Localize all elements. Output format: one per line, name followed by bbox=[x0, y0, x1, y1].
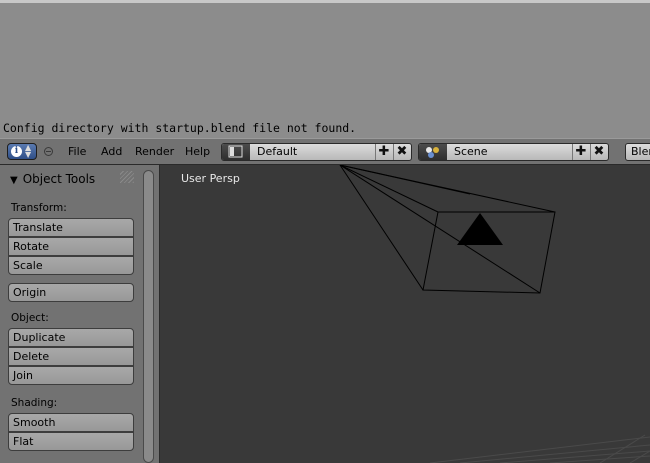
shading-label: Shading: bbox=[11, 397, 58, 409]
panel-header[interactable]: ▼ Object Tools bbox=[10, 172, 95, 186]
screen-layout-icon[interactable] bbox=[222, 144, 250, 160]
info-editor-area bbox=[0, 0, 650, 122]
panel-scrollbar[interactable] bbox=[143, 170, 154, 463]
scene-name[interactable]: Scene bbox=[454, 145, 488, 158]
console-message: Config directory with startup.blend file… bbox=[0, 122, 650, 138]
camera-edge-3 bbox=[339, 165, 541, 294]
panel-title: Object Tools bbox=[22, 172, 96, 186]
translate-button[interactable]: Translate bbox=[8, 218, 134, 237]
editor-type-selector[interactable]: i ▲ ▼ bbox=[7, 143, 37, 160]
scale-button[interactable]: Scale bbox=[8, 256, 134, 275]
render-engine-selector[interactable]: Blen bbox=[625, 143, 650, 161]
3d-viewport[interactable]: User Persp bbox=[160, 165, 650, 463]
menu-render[interactable]: Render bbox=[135, 145, 174, 158]
menu-add[interactable]: Add bbox=[101, 145, 122, 158]
drag-grip-icon[interactable] bbox=[120, 171, 134, 183]
menu-file[interactable]: File bbox=[68, 145, 86, 158]
info-header: i ▲ ▼ File Add Render Help Default ✚ ✖ Sc… bbox=[0, 138, 650, 165]
scene-field[interactable]: Scene ✚ ✖ bbox=[418, 143, 609, 161]
flat-button[interactable]: Flat bbox=[8, 432, 134, 451]
scene-wireframe bbox=[339, 165, 650, 463]
camera-edge-1 bbox=[339, 165, 439, 213]
updown-arrows-icon: ▲ ▼ bbox=[25, 143, 32, 159]
scene-icon[interactable] bbox=[419, 144, 447, 160]
delete-button[interactable]: Delete bbox=[8, 347, 134, 366]
camera-object[interactable] bbox=[339, 165, 556, 294]
camera-up-triangle bbox=[457, 213, 503, 245]
floor-grid bbox=[429, 434, 650, 463]
screen-layout-field[interactable]: Default ✚ ✖ bbox=[221, 143, 412, 161]
smooth-button[interactable]: Smooth bbox=[8, 413, 134, 432]
origin-button[interactable]: Origin bbox=[8, 283, 134, 302]
camera-edge-5 bbox=[339, 165, 471, 195]
transform-label: Transform: bbox=[11, 202, 67, 214]
join-button[interactable]: Join bbox=[8, 366, 134, 385]
add-layout-icon[interactable]: ✚ bbox=[375, 144, 392, 160]
object-label: Object: bbox=[11, 312, 49, 324]
camera-frame bbox=[422, 211, 556, 294]
info-icon: i bbox=[11, 146, 22, 157]
screen-layout-name[interactable]: Default bbox=[257, 145, 297, 158]
menu-help[interactable]: Help bbox=[185, 145, 210, 158]
delete-layout-icon[interactable]: ✖ bbox=[393, 144, 410, 160]
rotate-button[interactable]: Rotate bbox=[8, 237, 134, 256]
delete-scene-icon[interactable]: ✖ bbox=[590, 144, 607, 160]
duplicate-button[interactable]: Duplicate bbox=[8, 328, 134, 347]
object-tools-panel: ▼ Object Tools Transform: Translate Rotat… bbox=[0, 165, 160, 463]
add-scene-icon[interactable]: ✚ bbox=[572, 144, 589, 160]
camera-edge-4 bbox=[339, 165, 424, 291]
collapse-menus-icon[interactable] bbox=[44, 147, 53, 156]
collapse-triangle-icon[interactable]: ▼ bbox=[10, 175, 18, 186]
